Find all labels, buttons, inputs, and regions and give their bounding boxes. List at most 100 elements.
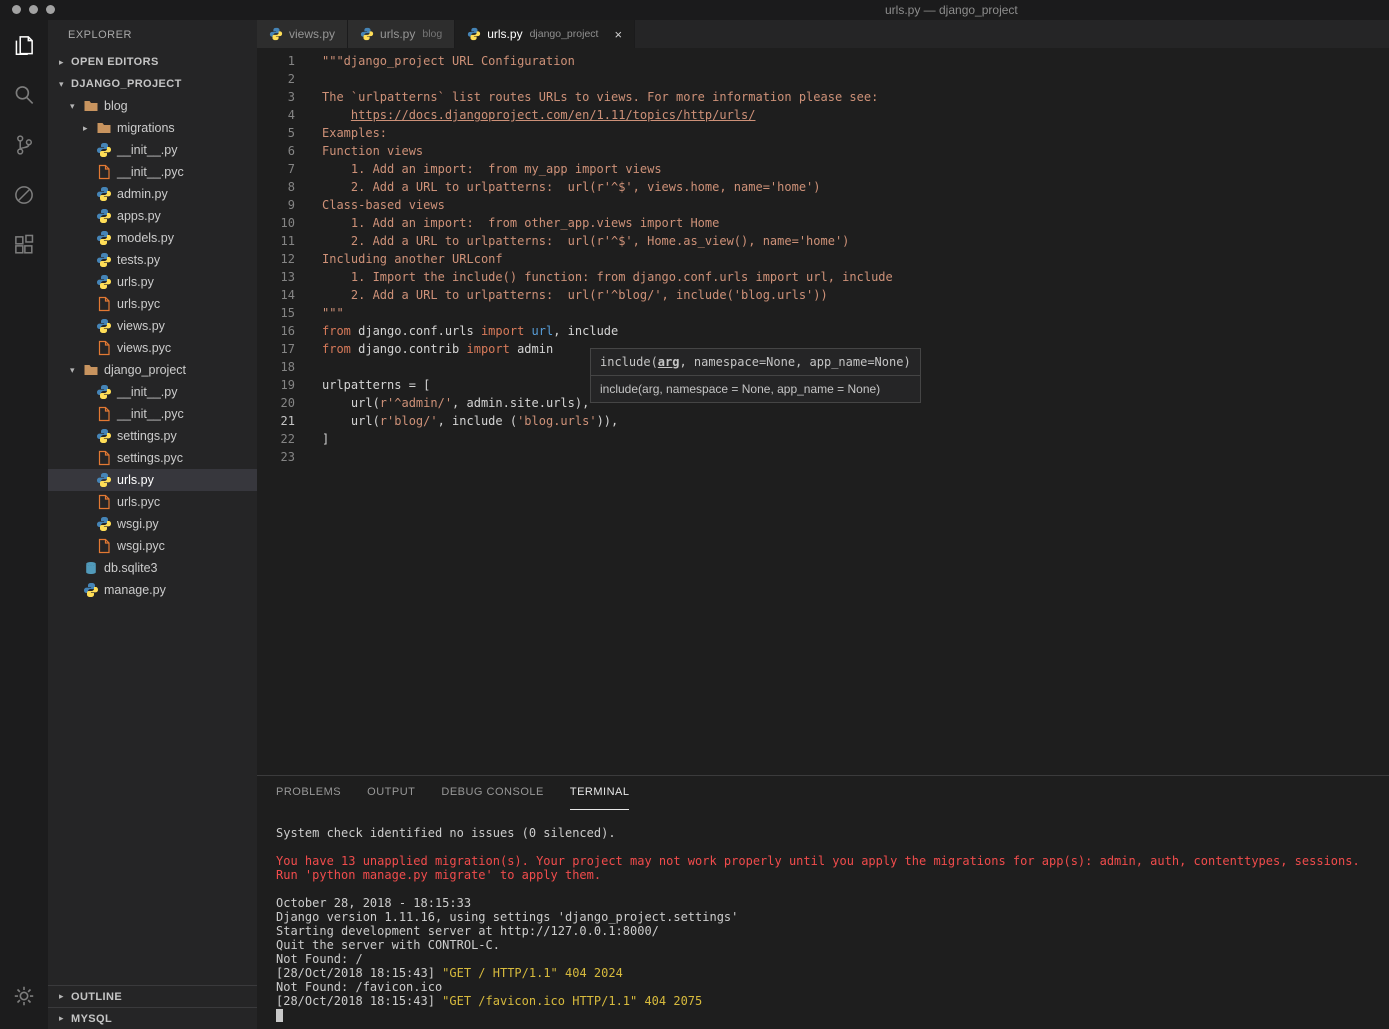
file-__init__.pyc[interactable]: __init__.pyc	[48, 403, 257, 425]
file-label: views.py	[117, 319, 165, 333]
line-number: 5	[287, 126, 295, 140]
tab-urls.py-blog[interactable]: urls.py blog	[348, 20, 456, 48]
file-urls.py[interactable]: urls.py	[48, 271, 257, 293]
signature-line: include(arg, namespace=None, app_name=No…	[591, 349, 920, 376]
panel-tab-terminal[interactable]: TERMINAL	[569, 776, 630, 810]
python-file-icon	[96, 428, 112, 444]
file-settings.py[interactable]: settings.py	[48, 425, 257, 447]
file-__init__.pyc[interactable]: __init__.pyc	[48, 161, 257, 183]
code-line: 8 2. Add a URL to urlpatterns: url(r'^$'…	[257, 178, 1389, 196]
code-line: 11 2. Add a URL to urlpatterns: url(r'^$…	[257, 232, 1389, 250]
folder-icon	[83, 362, 99, 378]
files-icon[interactable]	[0, 20, 48, 70]
terminal-output: System check identified no issues (0 sil…	[276, 826, 1389, 1022]
tab-urls.py-django_project[interactable]: urls.py django_project ×	[455, 20, 636, 48]
line-number: 9	[287, 198, 295, 212]
line-number: 20	[280, 396, 295, 410]
settings-gear-icon[interactable]	[0, 971, 48, 1021]
file-label: wsgi.py	[117, 517, 159, 531]
file-wsgi.pyc[interactable]: wsgi.pyc	[48, 535, 257, 557]
source-control-icon[interactable]	[0, 120, 48, 170]
code-line: 1 """django_project URL Configuration	[257, 52, 1389, 70]
code-line: 7 1. Add an import: from my_app import v…	[257, 160, 1389, 178]
panel-tab-output[interactable]: OUTPUT	[367, 776, 415, 810]
python-file-icon	[96, 208, 112, 224]
file-admin.py[interactable]: admin.py	[48, 183, 257, 205]
file-settings.pyc[interactable]: settings.pyc	[48, 447, 257, 469]
terminal[interactable]: System check identified no issues (0 sil…	[257, 810, 1389, 1022]
file-label: wsgi.pyc	[117, 539, 165, 553]
file-__init__.py[interactable]: __init__.py	[48, 139, 257, 161]
file-urls.pyc[interactable]: urls.pyc	[48, 293, 257, 315]
vscode-window: urls.py — django_project EXPLORER ▸ OPEN…	[0, 0, 1389, 1029]
project-root-section[interactable]: ▾ DJANGO_PROJECT	[48, 73, 257, 95]
file-label: views.pyc	[117, 341, 172, 355]
file-views.py[interactable]: views.py	[48, 315, 257, 337]
search-icon[interactable]	[0, 70, 48, 120]
file-apps.py[interactable]: apps.py	[48, 205, 257, 227]
tab-views.py[interactable]: views.py	[257, 20, 349, 48]
extensions-icon[interactable]	[0, 220, 48, 270]
panel-tab-debug-console[interactable]: DEBUG CONSOLE	[441, 776, 543, 810]
file-label: urls.py	[117, 473, 154, 487]
file-models.py[interactable]: models.py	[48, 227, 257, 249]
line-number: 6	[287, 144, 295, 158]
code-text: from django.conf.urls import url, includ…	[322, 324, 619, 338]
chevron-right-icon: ▸	[83, 122, 88, 133]
chevron-down-icon: ▾	[70, 100, 75, 111]
code-text: url(r'blog/', include ('blog.urls')),	[322, 414, 619, 428]
folder-django_project[interactable]: ▾ django_project	[48, 359, 257, 381]
close-window-button[interactable]	[12, 5, 21, 14]
tab-detail: blog	[422, 28, 443, 40]
code-line: 3 The `urlpatterns` list routes URLs to v…	[257, 88, 1389, 106]
mysql-section[interactable]: ▸ MYSQL	[48, 1007, 257, 1029]
section-label: DJANGO_PROJECT	[71, 78, 182, 90]
python-file-icon	[96, 472, 112, 488]
python-icon	[360, 27, 374, 41]
editor-region: views.py urls.py blog urls.py django_project…	[257, 20, 1389, 1029]
terminal-line: Django version 1.11.16, using settings '…	[276, 910, 739, 924]
folder-migrations[interactable]: ▸ migrations	[48, 117, 257, 139]
minimize-window-button[interactable]	[29, 5, 38, 14]
code-editor[interactable]: 1 """django_project URL Configuration 2 3 Th…	[257, 48, 1389, 775]
open-editors-section[interactable]: ▸ OPEN EDITORS	[48, 51, 257, 73]
chevron-right-icon: ▸	[59, 56, 64, 67]
line-number: 3	[287, 90, 295, 104]
traffic-lights	[12, 5, 55, 14]
file-manage.py[interactable]: manage.py	[48, 579, 257, 601]
file-views.pyc[interactable]: views.pyc	[48, 337, 257, 359]
python-file-icon	[96, 274, 112, 290]
close-icon[interactable]: ×	[614, 27, 622, 42]
debug-icon[interactable]	[0, 170, 48, 220]
tab-label: views.py	[289, 27, 336, 41]
python-file-icon	[83, 582, 99, 598]
zoom-window-button[interactable]	[46, 5, 55, 14]
outline-section[interactable]: ▸ OUTLINE	[48, 985, 257, 1007]
folder-blog[interactable]: ▾ blog	[48, 95, 257, 117]
file-label: urls.pyc	[117, 297, 161, 311]
file-__init__.py[interactable]: __init__.py	[48, 381, 257, 403]
terminal-line: [28/Oct/2018 18:15:43] "GET /favicon.ico…	[276, 994, 703, 1008]
line-number: 17	[280, 342, 295, 356]
python-file-icon	[96, 516, 112, 532]
tab-detail: django_project	[529, 28, 599, 40]
panel-tab-problems[interactable]: PROBLEMS	[276, 776, 341, 810]
title-bar: urls.py — django_project	[0, 0, 1389, 20]
file-db.sqlite3[interactable]: db.sqlite3	[48, 557, 257, 579]
file-wsgi.py[interactable]: wsgi.py	[48, 513, 257, 535]
signature-active-param: arg	[657, 355, 680, 369]
file-urls.pyc[interactable]: urls.pyc	[48, 491, 257, 513]
code-text: Examples:	[322, 126, 388, 140]
file-tests.py[interactable]: tests.py	[48, 249, 257, 271]
sidebar-title: EXPLORER	[68, 29, 132, 41]
line-number: 10	[280, 216, 295, 230]
signature-doc: include(arg, namespace = None, app_name …	[600, 382, 881, 396]
pyc-file-icon	[96, 494, 112, 510]
file-urls.py[interactable]: urls.py	[48, 469, 257, 491]
bottom-panel: PROBLEMS OUTPUT DEBUG CONSOLE TERMINAL Syst…	[257, 775, 1389, 1029]
chevron-right-icon: ▸	[59, 991, 64, 1001]
code-text: 2. Add a URL to urlpatterns: url(r'^$', …	[322, 234, 850, 248]
